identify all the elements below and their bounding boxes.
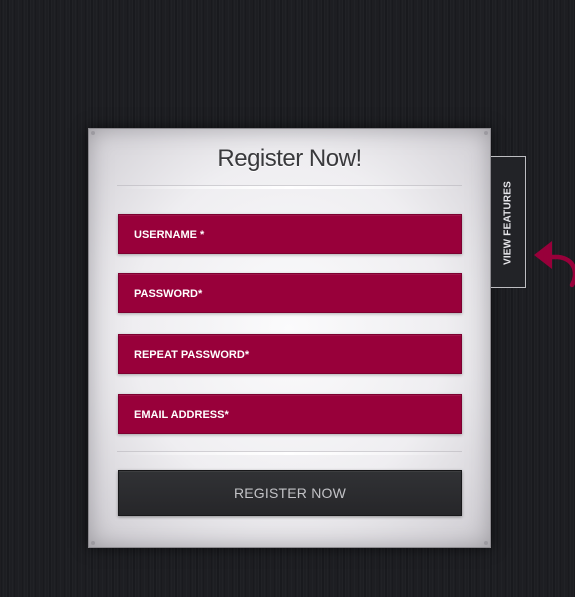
corner-rivet [91, 541, 95, 545]
repeat-password-field[interactable]: REPEAT PASSWORD* [118, 334, 462, 374]
username-field[interactable]: USERNAME * [118, 214, 462, 254]
curved-back-arrow-icon [534, 241, 575, 288]
button-divider [117, 452, 462, 455]
email-address-field-label: EMAIL ADDRESS* [134, 409, 229, 421]
register-now-button[interactable]: REGISTER NOW [118, 470, 462, 516]
view-features-tab[interactable]: VIEW FEATURES [491, 156, 526, 288]
register-form-panel: Register Now! USERNAME * PASSWORD* REPEA… [88, 128, 491, 548]
username-field-label: USERNAME * [134, 229, 205, 241]
repeat-password-field-label: REPEAT PASSWORD* [134, 349, 250, 361]
title-divider [117, 186, 462, 189]
corner-rivet [484, 541, 488, 545]
corner-rivet [484, 131, 488, 135]
corner-rivet [91, 131, 95, 135]
password-field[interactable]: PASSWORD* [118, 273, 462, 313]
view-features-label: VIEW FEATURES [502, 180, 514, 266]
email-address-field[interactable]: EMAIL ADDRESS* [118, 394, 462, 434]
password-field-label: PASSWORD* [134, 288, 203, 300]
form-title: Register Now! [217, 145, 362, 172]
